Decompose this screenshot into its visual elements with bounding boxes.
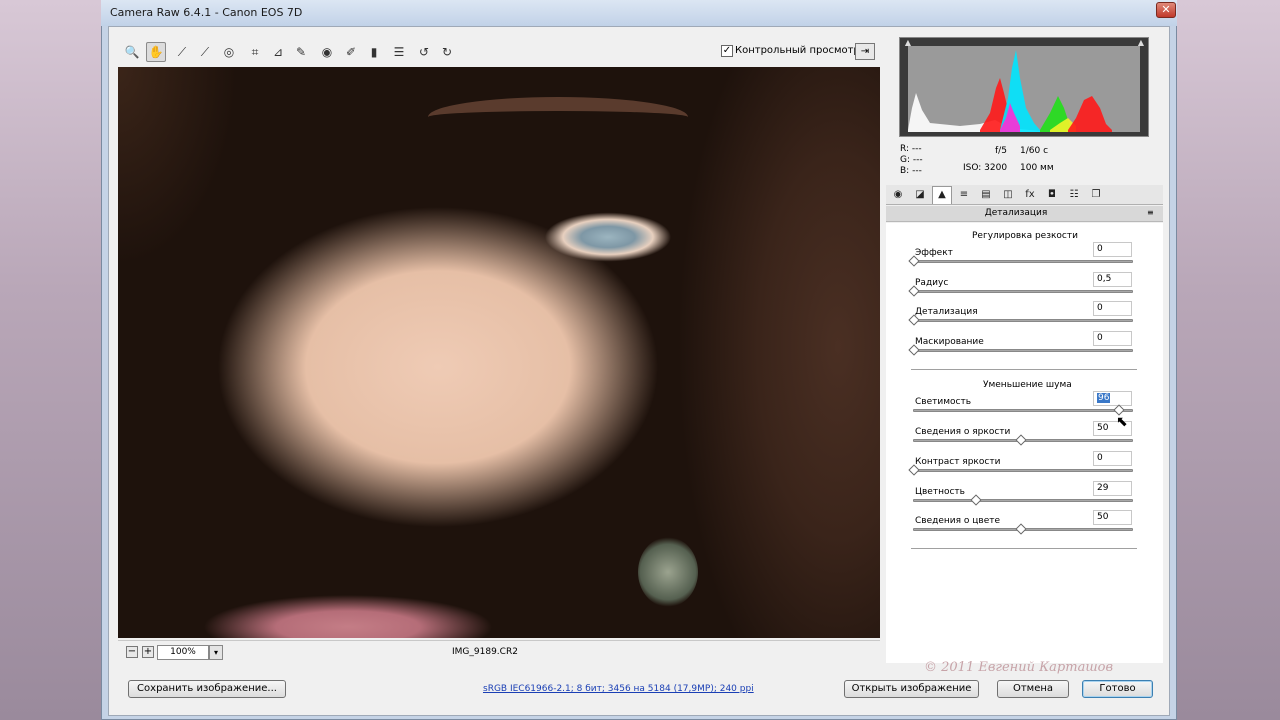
exif-focal-length: 100 мм xyxy=(1020,163,1054,173)
slider-value-field[interactable]: 96 xyxy=(1093,391,1132,406)
slider-track[interactable] xyxy=(913,469,1133,472)
done-button[interactable]: Готово xyxy=(1082,680,1153,698)
slider-track[interactable] xyxy=(913,319,1133,322)
rotate-ccw-tool-icon[interactable]: ↺ xyxy=(414,42,434,62)
tab-basic-icon[interactable]: ◉ xyxy=(888,186,908,204)
fullscreen-toggle-icon[interactable]: ⇥ xyxy=(855,43,875,60)
zoom-dropdown-icon[interactable]: ▾ xyxy=(209,645,223,660)
image-earring xyxy=(638,537,698,607)
hand-tool-icon[interactable]: ✋ xyxy=(146,42,166,62)
slider-label: Маскирование xyxy=(915,337,984,347)
adjustment-brush-tool-icon[interactable]: ✐ xyxy=(341,42,361,62)
panel-title: Детализация xyxy=(984,208,1048,218)
zoom-level-field[interactable]: 100% xyxy=(157,645,209,660)
slider-value: 96 xyxy=(1097,393,1111,403)
tab-detail-icon[interactable]: ▲ xyxy=(932,186,952,204)
slider-label: Сведения о цвете xyxy=(915,516,1001,526)
file-name: IMG_9189.CR2 xyxy=(452,647,518,657)
image-preview[interactable] xyxy=(118,67,880,638)
crop-tool-icon[interactable]: ⌗ xyxy=(245,42,265,62)
white-balance-tool-icon[interactable]: ⟋ xyxy=(172,42,192,62)
slider-value-field[interactable]: 0,5 xyxy=(1093,272,1132,287)
slider-label: Цветность xyxy=(915,487,965,497)
slider-value: 50 xyxy=(1097,512,1109,522)
tab-lens-corrections-icon[interactable]: ◫ xyxy=(998,186,1018,204)
slider-track[interactable] xyxy=(913,409,1133,412)
preview-label[interactable]: Контрольный просмотр xyxy=(735,45,860,56)
red-eye-tool-icon[interactable]: ◉ xyxy=(317,42,337,62)
slider-value-field[interactable]: 50 xyxy=(1093,510,1132,525)
slider-label: Детализация xyxy=(915,307,978,317)
noise-reduction-title: Уменьшение шума xyxy=(983,380,1072,390)
preview-checkbox[interactable]: ✓ xyxy=(721,45,733,57)
slider-track[interactable] xyxy=(913,260,1133,263)
histogram xyxy=(899,37,1149,137)
slider-value-field[interactable]: 0 xyxy=(1093,301,1132,316)
slider-value: 29 xyxy=(1097,483,1109,493)
zoom-tool-icon[interactable]: 🔍 xyxy=(122,42,142,62)
open-image-button[interactable]: Открыть изображение xyxy=(844,680,979,698)
preferences-tool-icon[interactable]: ☰ xyxy=(389,42,409,62)
readout-g: G: --- xyxy=(900,155,923,165)
tab-effects-icon[interactable]: fx xyxy=(1020,186,1040,204)
color-sampler-tool-icon[interactable]: ⟋ xyxy=(195,42,215,62)
slider-track[interactable] xyxy=(913,349,1133,352)
slider-label: Контраст яркости xyxy=(915,457,1001,467)
section-divider xyxy=(911,369,1137,370)
detail-panel xyxy=(886,223,1163,663)
tab-hsl-icon[interactable]: ≡ xyxy=(954,186,974,204)
slider-value: 0,5 xyxy=(1097,274,1112,284)
slider-value: 0 xyxy=(1097,453,1103,463)
straighten-tool-icon[interactable]: ⊿ xyxy=(268,42,288,62)
slider-value: 0 xyxy=(1097,244,1103,254)
panel-menu-icon[interactable]: ≡ xyxy=(1147,208,1154,217)
slider-value-field[interactable]: 0 xyxy=(1093,451,1132,466)
close-button[interactable]: ✕ xyxy=(1156,2,1176,18)
zoom-out-button[interactable]: − xyxy=(126,646,138,658)
image-hair xyxy=(118,67,238,267)
slider-value-field[interactable]: 29 xyxy=(1093,481,1132,496)
mouse-cursor-icon: ⬉ xyxy=(1116,414,1128,430)
histogram-graph xyxy=(908,46,1140,132)
slider-label: Эффект xyxy=(915,248,953,258)
spot-removal-tool-icon[interactable]: ✎ xyxy=(291,42,311,62)
slider-track[interactable] xyxy=(913,499,1133,502)
slider-value-field[interactable]: 0 xyxy=(1093,331,1132,346)
tab-tone-curve-icon[interactable]: ◪ xyxy=(910,186,930,204)
slider-value: 50 xyxy=(1097,423,1109,433)
graduated-filter-tool-icon[interactable]: ▮ xyxy=(364,42,384,62)
readout-b: B: --- xyxy=(900,166,922,176)
rotate-cw-tool-icon[interactable]: ↻ xyxy=(437,42,457,62)
exif-aperture: f/5 xyxy=(995,146,1007,156)
tab-presets-icon[interactable]: ☷ xyxy=(1064,186,1084,204)
copyright-watermark: © 2011 Евгений Карташов xyxy=(924,660,1114,675)
zoom-in-button[interactable]: + xyxy=(142,646,154,658)
image-eyebrow xyxy=(428,97,688,137)
window-title: Camera Raw 6.4.1 - Canon EOS 7D xyxy=(110,6,303,19)
cancel-button[interactable]: Отмена xyxy=(997,680,1069,698)
tab-camera-calibration-icon[interactable]: ◘ xyxy=(1042,186,1062,204)
tab-split-toning-icon[interactable]: ▤ xyxy=(976,186,996,204)
targeted-adjustment-tool-icon[interactable]: ◎ xyxy=(219,42,239,62)
shadow-clipping-icon[interactable]: ▲ xyxy=(903,39,913,47)
readout-r: R: --- xyxy=(900,144,922,154)
slider-label: Светимость xyxy=(915,397,972,407)
slider-value-field[interactable]: 0 xyxy=(1093,242,1132,257)
save-image-button[interactable]: Сохранить изображение... xyxy=(128,680,286,698)
slider-value: 0 xyxy=(1097,303,1103,313)
exif-iso: ISO: 3200 xyxy=(963,163,1008,173)
exif-shutter: 1/60 с xyxy=(1020,146,1049,156)
tab-snapshots-icon[interactable]: ❐ xyxy=(1086,186,1106,204)
slider-label: Сведения о яркости xyxy=(915,427,1011,437)
slider-value: 0 xyxy=(1097,333,1103,343)
sharpening-title: Регулировка резкости xyxy=(972,231,1078,241)
workflow-options-link[interactable]: sRGB IEC61966-2.1; 8 бит; 3456 на 5184 (… xyxy=(483,684,754,694)
slider-label: Радиус xyxy=(915,278,949,288)
slider-track[interactable] xyxy=(913,290,1133,293)
section-divider xyxy=(911,548,1137,549)
highlight-clipping-icon[interactable]: ▲ xyxy=(1136,39,1146,47)
